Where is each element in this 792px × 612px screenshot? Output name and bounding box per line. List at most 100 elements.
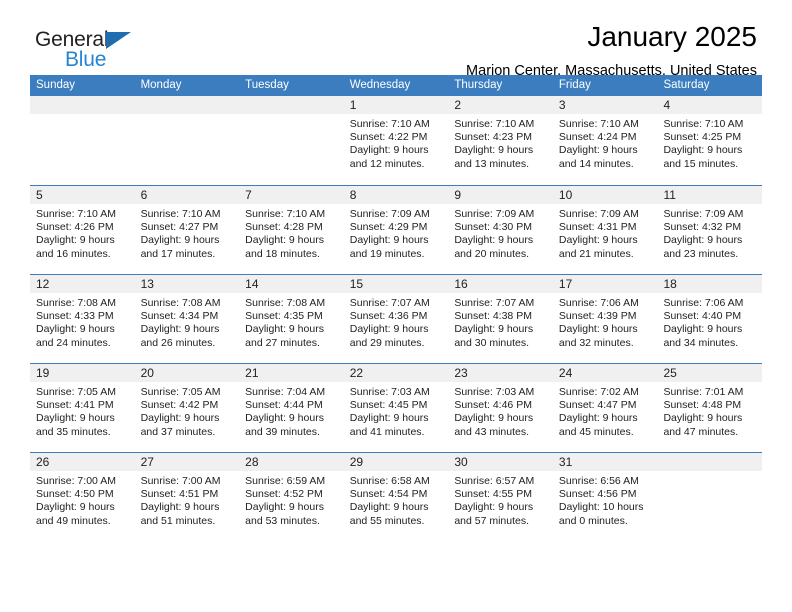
day-number: 5 bbox=[36, 188, 43, 202]
day-cell-18[interactable]: 18 Sunrise: 7:06 AM Sunset: 4:40 PM Dayligh… bbox=[657, 275, 763, 363]
day-cell-6[interactable]: 6 Sunrise: 7:10 AM Sunset: 4:27 PM Daylight… bbox=[134, 186, 240, 274]
day-number-band: 6 bbox=[134, 186, 240, 204]
day-cell-20[interactable]: 20 Sunrise: 7:05 AM Sunset: 4:42 PM Dayligh… bbox=[134, 364, 240, 452]
daylight-text-cont: and 27 minutes. bbox=[245, 336, 320, 349]
day-cell-31[interactable]: 31 Sunrise: 6:56 AM Sunset: 4:56 PM Dayligh… bbox=[552, 453, 658, 541]
day-cell-21[interactable]: 21 Sunrise: 7:04 AM Sunset: 4:44 PM Dayligh… bbox=[239, 364, 344, 452]
daylight-text-cont: and 37 minutes. bbox=[140, 425, 216, 438]
sunset-text: Sunset: 4:33 PM bbox=[36, 310, 114, 323]
day-cell-26[interactable]: 26 Sunrise: 7:00 AM Sunset: 4:50 PM Dayligh… bbox=[30, 453, 135, 541]
day-details: Sunrise: 7:08 AM Sunset: 4:33 PM Daylight:… bbox=[30, 293, 135, 350]
sunset-text: Sunset: 4:46 PM bbox=[454, 399, 532, 412]
day-number-band: 1 bbox=[343, 96, 449, 114]
day-cell-28[interactable]: 28 Sunrise: 6:59 AM Sunset: 4:52 PM Dayligh… bbox=[239, 453, 344, 541]
day-cell-17[interactable]: 17 Sunrise: 7:06 AM Sunset: 4:39 PM Dayligh… bbox=[552, 275, 658, 363]
daylight-text: Daylight: 9 hours bbox=[663, 234, 743, 247]
sunrise-text: Sunrise: 7:05 AM bbox=[36, 386, 116, 398]
sunrise-text: Sunrise: 7:07 AM bbox=[454, 297, 535, 309]
day-number-band: 26 bbox=[30, 453, 135, 471]
day-cell-15[interactable]: 15 Sunrise: 7:07 AM Sunset: 4:36 PM Dayligh… bbox=[343, 275, 449, 363]
day-number: 15 bbox=[349, 277, 364, 291]
day-details: Sunrise: 7:03 AM Sunset: 4:46 PM Daylight:… bbox=[448, 382, 553, 439]
sunrise-text: Sunrise: 7:08 AM bbox=[245, 297, 326, 309]
day-number-band: 28 bbox=[239, 453, 344, 471]
sunset-text: Sunset: 4:26 PM bbox=[36, 221, 114, 234]
daylight-text: Daylight: 9 hours bbox=[245, 501, 324, 514]
daylight-text: Daylight: 9 hours bbox=[140, 234, 220, 247]
sunrise-text: Sunrise: 7:06 AM bbox=[663, 297, 744, 309]
day-cell-4[interactable]: 4 Sunrise: 7:10 AM Sunset: 4:25 PM Daylight… bbox=[657, 96, 763, 185]
day-cell-12[interactable]: 12 Sunrise: 7:08 AM Sunset: 4:33 PM Dayligh… bbox=[30, 275, 135, 363]
sunset-text: Sunset: 4:41 PM bbox=[36, 399, 114, 412]
sunset-text: Sunset: 4:44 PM bbox=[245, 399, 323, 412]
day-details: Sunrise: 6:57 AM Sunset: 4:55 PM Daylight:… bbox=[448, 471, 553, 528]
calendar-week-row: 19 Sunrise: 7:05 AM Sunset: 4:41 PM Dayligh… bbox=[30, 363, 763, 452]
sunset-text: Sunset: 4:47 PM bbox=[558, 399, 637, 412]
day-details: Sunrise: 6:59 AM Sunset: 4:52 PM Daylight:… bbox=[239, 471, 344, 528]
daylight-text-cont: and 18 minutes. bbox=[245, 247, 320, 260]
daylight-text-cont: and 21 minutes. bbox=[558, 247, 634, 260]
day-cell-10[interactable]: 10 Sunrise: 7:09 AM Sunset: 4:31 PM Dayligh… bbox=[552, 186, 658, 274]
day-cell-3[interactable]: 3 Sunrise: 7:10 AM Sunset: 4:24 PM Daylight… bbox=[552, 96, 658, 185]
day-number-band: 31 bbox=[552, 453, 658, 471]
day-details: Sunrise: 7:07 AM Sunset: 4:36 PM Daylight:… bbox=[344, 293, 449, 350]
sunrise-text: Sunrise: 7:09 AM bbox=[663, 208, 744, 220]
day-cell-22[interactable]: 22 Sunrise: 7:03 AM Sunset: 4:45 PM Dayligh… bbox=[343, 364, 449, 452]
day-cell-9[interactable]: 9 Sunrise: 7:09 AM Sunset: 4:30 PM Daylight… bbox=[448, 186, 553, 274]
day-cell-2[interactable]: 2 Sunrise: 7:10 AM Sunset: 4:23 PM Daylight… bbox=[448, 96, 553, 185]
daylight-text: Daylight: 9 hours bbox=[454, 323, 534, 336]
sunset-text: Sunset: 4:52 PM bbox=[245, 488, 323, 501]
day-number-band: 23 bbox=[448, 364, 553, 382]
day-cell-19[interactable]: 19 Sunrise: 7:05 AM Sunset: 4:41 PM Dayligh… bbox=[30, 364, 135, 452]
day-number-band bbox=[657, 453, 763, 471]
daylight-text-cont: and 19 minutes. bbox=[349, 247, 425, 260]
sunrise-text: Sunrise: 7:09 AM bbox=[349, 208, 430, 220]
sunset-text: Sunset: 4:51 PM bbox=[140, 488, 219, 501]
daylight-text: Daylight: 9 hours bbox=[663, 412, 743, 425]
day-details: Sunrise: 6:58 AM Sunset: 4:54 PM Daylight:… bbox=[344, 471, 449, 528]
day-number-band: 18 bbox=[657, 275, 763, 293]
day-cell-14[interactable]: 14 Sunrise: 7:08 AM Sunset: 4:35 PM Dayligh… bbox=[239, 275, 344, 363]
day-cell-8[interactable]: 8 Sunrise: 7:09 AM Sunset: 4:29 PM Daylight… bbox=[343, 186, 449, 274]
daylight-text: Daylight: 9 hours bbox=[349, 501, 429, 514]
day-cell-11[interactable]: 11 Sunrise: 7:09 AM Sunset: 4:32 PM Dayligh… bbox=[657, 186, 763, 274]
day-cell-25[interactable]: 25 Sunrise: 7:01 AM Sunset: 4:48 PM Dayligh… bbox=[657, 364, 763, 452]
sunset-text: Sunset: 4:28 PM bbox=[245, 221, 323, 234]
day-cell-empty bbox=[657, 453, 763, 541]
day-cell-7[interactable]: 7 Sunrise: 7:10 AM Sunset: 4:28 PM Daylight… bbox=[239, 186, 344, 274]
day-number: 30 bbox=[454, 455, 468, 469]
day-cell-empty bbox=[239, 96, 344, 185]
calendar-grid: Sunday Monday Tuesday Wednesday Thursday Frid… bbox=[30, 75, 763, 541]
day-number-band: 17 bbox=[552, 275, 658, 293]
day-cell-5[interactable]: 5 Sunrise: 7:10 AM Sunset: 4:26 PM Daylight… bbox=[30, 186, 135, 274]
day-number-band: 22 bbox=[343, 364, 449, 382]
daylight-text-cont: and 13 minutes. bbox=[454, 157, 530, 170]
day-details: Sunrise: 7:09 AM Sunset: 4:31 PM Daylight:… bbox=[553, 204, 658, 261]
day-cell-13[interactable]: 13 Sunrise: 7:08 AM Sunset: 4:34 PM Dayligh… bbox=[134, 275, 240, 363]
daylight-text-cont: and 26 minutes. bbox=[140, 336, 216, 349]
day-number: 9 bbox=[454, 188, 461, 202]
day-cell-29[interactable]: 29 Sunrise: 6:58 AM Sunset: 4:54 PM Dayligh… bbox=[343, 453, 449, 541]
day-cell-23[interactable]: 23 Sunrise: 7:03 AM Sunset: 4:46 PM Dayligh… bbox=[448, 364, 553, 452]
daylight-text-cont: and 45 minutes. bbox=[558, 425, 634, 438]
sunrise-text: Sunrise: 7:00 AM bbox=[140, 475, 221, 487]
sunrise-text: Sunrise: 7:02 AM bbox=[558, 386, 639, 398]
sunset-text: Sunset: 4:23 PM bbox=[454, 131, 532, 144]
day-cell-30[interactable]: 30 Sunrise: 6:57 AM Sunset: 4:55 PM Dayligh… bbox=[448, 453, 553, 541]
sunrise-text: Sunrise: 7:10 AM bbox=[349, 118, 430, 130]
day-number-band: 20 bbox=[134, 364, 240, 382]
day-number: 4 bbox=[663, 98, 671, 112]
daylight-text-cont: and 51 minutes. bbox=[140, 514, 216, 527]
day-cell-24[interactable]: 24 Sunrise: 7:02 AM Sunset: 4:47 PM Dayligh… bbox=[552, 364, 658, 452]
sunrise-text: Sunrise: 7:05 AM bbox=[140, 386, 221, 398]
day-cell-27[interactable]: 27 Sunrise: 7:00 AM Sunset: 4:51 PM Dayligh… bbox=[134, 453, 240, 541]
day-cell-1[interactable]: 1 Sunrise: 7:10 AM Sunset: 4:22 PM Daylight… bbox=[343, 96, 449, 185]
daylight-text: Daylight: 9 hours bbox=[663, 323, 743, 336]
day-cell-16[interactable]: 16 Sunrise: 7:07 AM Sunset: 4:38 PM Dayligh… bbox=[448, 275, 553, 363]
sunset-text: Sunset: 4:40 PM bbox=[663, 310, 742, 323]
weekday-header-row: Sunday Monday Tuesday Wednesday Thursday Frid… bbox=[30, 75, 762, 96]
sunset-text: Sunset: 4:54 PM bbox=[349, 488, 428, 501]
day-number: 25 bbox=[663, 366, 677, 380]
day-details: Sunrise: 7:10 AM Sunset: 4:24 PM Daylight:… bbox=[553, 114, 658, 171]
generalblue-logo[interactable]: General Blue bbox=[35, 28, 165, 76]
